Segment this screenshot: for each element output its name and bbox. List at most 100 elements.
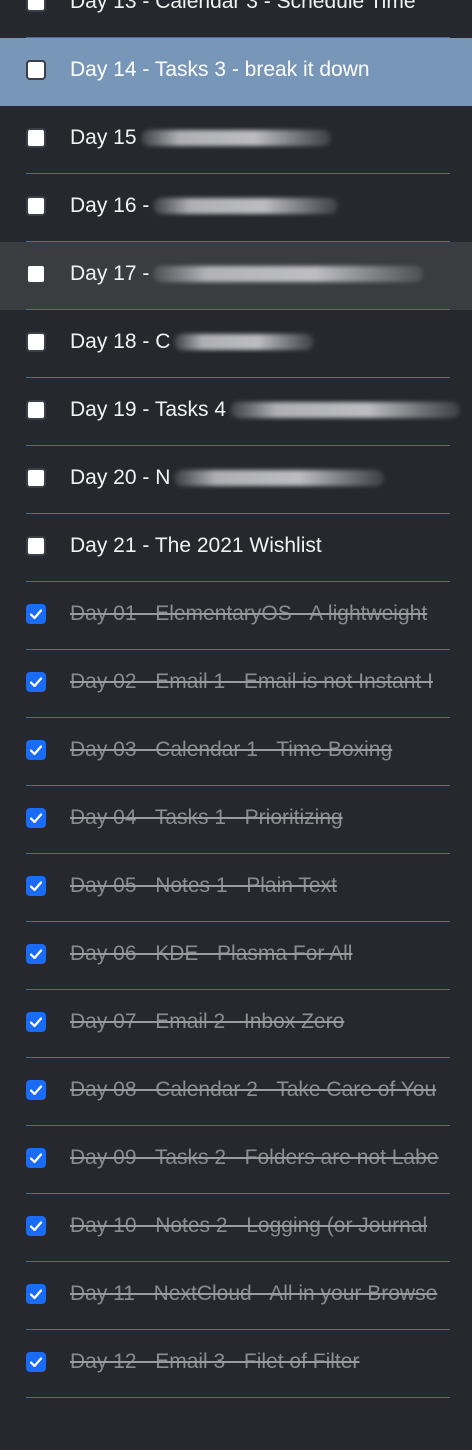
checkbox-unchecked[interactable] (26, 468, 46, 488)
checkmark-icon (29, 1085, 43, 1096)
task-row[interactable]: Day 18 - C (0, 310, 472, 378)
task-label: Day 10 - Notes 2 - Logging (or Journal (70, 1213, 427, 1239)
task-label-text: Day 12 - Email 3 - Filet of Filter (70, 1350, 360, 1373)
redacted-text-blur (174, 470, 385, 487)
checkbox-checked[interactable] (26, 672, 46, 692)
task-label: Day 11 - NextCloud - All in your Browse (70, 1281, 437, 1307)
task-label-text: Day 07 - Email 2 - Inbox Zero (70, 1010, 345, 1033)
checkmark-icon (29, 677, 43, 688)
task-label: Day 02 - Email 1 - Email is not Instant … (70, 669, 433, 695)
task-row[interactable]: Day 05 - Notes 1 - Plain Text (0, 854, 472, 922)
checkbox-unchecked[interactable] (26, 60, 46, 80)
task-label-text: Day 10 - Notes 2 - Logging (or Journal (70, 1214, 428, 1237)
task-label: Day 09 - Tasks 2 - Folders are not Labe (70, 1145, 438, 1171)
task-label: Day 21 - The 2021 Wishlist (70, 533, 322, 559)
task-label: Day 03 - Calendar 1 - Time Boxing (70, 737, 392, 763)
task-row[interactable]: Day 17 - (0, 242, 472, 310)
task-label-text: Day 01 - ElementaryOS - A lightweight (70, 602, 428, 625)
task-row[interactable]: Day 09 - Tasks 2 - Folders are not Labe (0, 1126, 472, 1194)
task-label: Day 05 - Notes 1 - Plain Text (70, 873, 337, 899)
task-label-text: Day 09 - Tasks 2 - Folders are not Labe (70, 1146, 439, 1169)
checkbox-checked[interactable] (26, 808, 46, 828)
task-label-text: Day 18 - C (70, 330, 171, 353)
task-label: Day 08 - Calendar 2 - Take Care of You (70, 1077, 436, 1103)
task-label-text: Day 16 - (70, 194, 150, 217)
checkmark-icon (29, 1221, 43, 1232)
task-label-text: Day 04 - Tasks 1 - Prioritizing (70, 806, 343, 829)
task-row[interactable]: Day 10 - Notes 2 - Logging (or Journal (0, 1194, 472, 1262)
task-label-text: Day 03 - Calendar 1 - Time Boxing (70, 738, 393, 761)
task-row[interactable]: Day 14 - Tasks 3 - break it down (0, 38, 472, 106)
task-label-text: Day 19 - Tasks 4 (70, 398, 227, 421)
checkmark-icon (29, 1357, 43, 1368)
task-row[interactable]: Day 03 - Calendar 1 - Time Boxing (0, 718, 472, 786)
checkbox-checked[interactable] (26, 1148, 46, 1168)
task-row[interactable]: Day 15 (0, 106, 472, 174)
task-label: Day 13 - Calendar 3 - Schedule Time (70, 0, 416, 15)
redacted-text-blur (230, 402, 461, 419)
checkmark-icon (29, 1017, 43, 1028)
task-label: Day 20 - N (70, 465, 385, 491)
redacted-text-blur (153, 198, 339, 215)
task-label-text: Day 06 - KDE - Plasma For All (70, 942, 353, 965)
checkbox-checked[interactable] (26, 1352, 46, 1372)
checkmark-icon (29, 1289, 43, 1300)
checkbox-unchecked[interactable] (26, 128, 46, 148)
checkbox-checked[interactable] (26, 876, 46, 896)
checkmark-icon (29, 609, 43, 620)
task-row[interactable]: Day 12 - Email 3 - Filet of Filter (0, 1330, 472, 1398)
checkbox-checked[interactable] (26, 604, 46, 624)
task-row[interactable]: Day 11 - NextCloud - All in your Browse (0, 1262, 472, 1330)
task-label: Day 12 - Email 3 - Filet of Filter (70, 1349, 359, 1375)
task-label: Day 19 - Tasks 4 (70, 397, 461, 423)
task-label: Day 07 - Email 2 - Inbox Zero (70, 1009, 344, 1035)
task-row[interactable]: Day 01 - ElementaryOS - A lightweight (0, 582, 472, 650)
checkbox-unchecked[interactable] (26, 400, 46, 420)
checkbox-unchecked[interactable] (26, 332, 46, 352)
task-row[interactable]: Day 19 - Tasks 4 (0, 378, 472, 446)
task-label-text: Day 17 - (70, 262, 150, 285)
task-label-text: Day 21 - The 2021 Wishlist (70, 534, 322, 557)
task-label-text: Day 13 - Calendar 3 - Schedule Time (70, 0, 416, 13)
task-row[interactable]: Day 08 - Calendar 2 - Take Care of You (0, 1058, 472, 1126)
task-row[interactable]: Day 16 - (0, 174, 472, 242)
task-row[interactable]: Day 04 - Tasks 1 - Prioritizing (0, 786, 472, 854)
task-row[interactable]: Day 21 - The 2021 Wishlist (0, 514, 472, 582)
checkbox-checked[interactable] (26, 1080, 46, 1100)
checkbox-unchecked[interactable] (26, 0, 46, 12)
task-row[interactable]: Day 06 - KDE - Plasma For All (0, 922, 472, 990)
checkmark-icon (29, 745, 43, 756)
task-row[interactable]: Day 13 - Calendar 3 - Schedule Time (0, 0, 472, 38)
task-label-text: Day 15 (70, 126, 137, 149)
task-label: Day 04 - Tasks 1 - Prioritizing (70, 805, 343, 831)
checkmark-icon (29, 949, 43, 960)
task-label-text: Day 20 - N (70, 466, 171, 489)
checkbox-unchecked[interactable] (26, 196, 46, 216)
task-label: Day 06 - KDE - Plasma For All (70, 941, 352, 967)
checkbox-checked[interactable] (26, 1284, 46, 1304)
task-label: Day 01 - ElementaryOS - A lightweight (70, 601, 427, 627)
checkmark-icon (29, 881, 43, 892)
task-list: Day 13 - Calendar 3 - Schedule Time Day 1… (0, 0, 472, 1420)
checkbox-unchecked[interactable] (26, 536, 46, 556)
checkbox-unchecked[interactable] (26, 264, 46, 284)
task-row[interactable]: Day 07 - Email 2 - Inbox Zero (0, 990, 472, 1058)
checkbox-checked[interactable] (26, 944, 46, 964)
task-row[interactable]: Day 02 - Email 1 - Email is not Instant … (0, 650, 472, 718)
task-label-text: Day 02 - Email 1 - Email is not Instant … (70, 670, 433, 693)
checkbox-checked[interactable] (26, 1216, 46, 1236)
task-label: Day 15 (70, 125, 331, 151)
checkbox-checked[interactable] (26, 740, 46, 760)
task-row[interactable]: Day 20 - N (0, 446, 472, 514)
checkmark-icon (29, 1153, 43, 1164)
task-label-text: Day 14 - Tasks 3 - break it down (70, 58, 370, 81)
task-label-text: Day 08 - Calendar 2 - Take Care of You (70, 1078, 437, 1101)
redacted-text-blur (153, 266, 424, 283)
task-label: Day 14 - Tasks 3 - break it down (70, 57, 370, 83)
row-divider (26, 1397, 450, 1398)
task-label: Day 17 - (70, 261, 424, 287)
checkbox-checked[interactable] (26, 1012, 46, 1032)
task-label-text: Day 05 - Notes 1 - Plain Text (70, 874, 337, 897)
task-label: Day 18 - C (70, 329, 315, 355)
task-label: Day 16 - (70, 193, 339, 219)
